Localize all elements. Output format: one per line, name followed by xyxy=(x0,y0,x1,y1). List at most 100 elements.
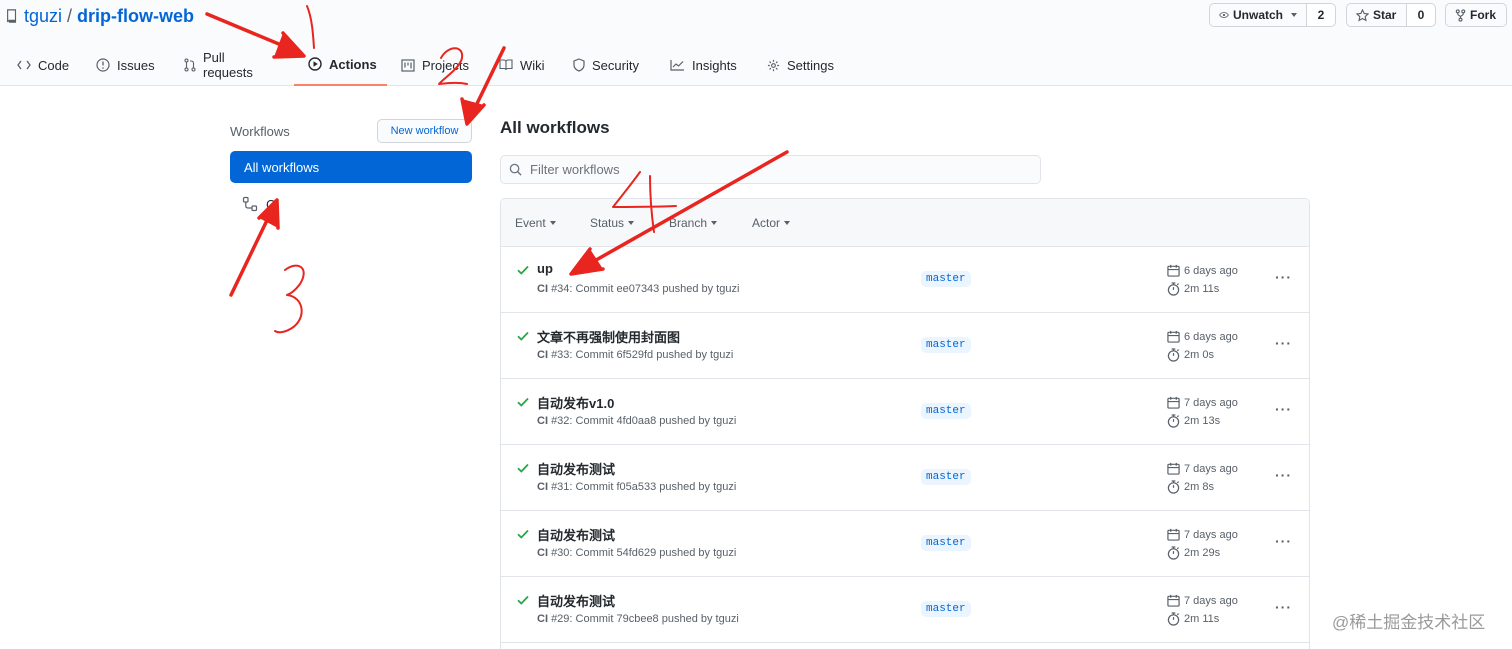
run-date: 6 days ago xyxy=(1167,264,1238,277)
star-count[interactable]: 0 xyxy=(1407,3,1436,27)
run-duration: 2m 11s xyxy=(1167,612,1219,626)
workflow-icon xyxy=(242,196,258,212)
tab-insights[interactable]: Insights xyxy=(670,44,737,86)
star-button[interactable]: Star xyxy=(1346,3,1407,27)
search-icon xyxy=(509,163,522,176)
unwatch-button[interactable]: Unwatch xyxy=(1209,3,1307,27)
run-title-link[interactable]: 文章不再强制使用封面图 xyxy=(537,327,680,346)
stopwatch-icon xyxy=(1167,546,1180,560)
watermark: @稀土掘金技术社区 xyxy=(1332,613,1486,632)
calendar-icon xyxy=(1167,594,1180,607)
chevron-down-icon xyxy=(784,221,791,225)
run-date-text: 7 days ago xyxy=(1184,462,1238,475)
workflow-runs-list: Event Status Branch Actor up CI #34: Com… xyxy=(500,198,1310,649)
tab-label: Projects xyxy=(422,57,469,73)
filter-workflows-field[interactable] xyxy=(500,155,1041,184)
run-workflow-name: CI xyxy=(537,283,548,295)
tab-projects[interactable]: Projects xyxy=(401,44,469,86)
branch-label[interactable]: master xyxy=(921,337,971,353)
kebab-menu-icon[interactable]: ··· xyxy=(1275,269,1292,285)
tab-actions[interactable]: Actions xyxy=(294,44,387,86)
tab-label: Insights xyxy=(692,57,737,73)
unwatch-label: Unwatch xyxy=(1232,8,1283,22)
check-icon xyxy=(517,463,529,473)
run-meta-text: #33: Commit 6f529fd pushed by tguzi xyxy=(551,349,734,361)
run-date: 7 days ago xyxy=(1167,594,1238,607)
tab-label: Actions xyxy=(329,56,377,72)
stopwatch-icon xyxy=(1167,282,1180,296)
workflow-run-row[interactable]: up CI #34: Commit ee07343 pushed by tguz… xyxy=(501,247,1309,313)
actor-filter-dropdown[interactable]: Actor xyxy=(752,216,791,230)
tab-pull-requests[interactable]: Pull requests xyxy=(184,44,253,86)
workflow-run-row[interactable]: 文章不再强制使用封面图 CI #33: Commit 6f529fd pushe… xyxy=(501,313,1309,379)
run-duration-text: 2m 11s xyxy=(1184,613,1220,625)
tab-issues[interactable]: Issues xyxy=(96,44,155,86)
run-title-link[interactable]: 自动发布v1.0 xyxy=(537,393,614,412)
run-meta: CI #34: Commit ee07343 pushed by tguzi xyxy=(537,283,739,295)
tab-label: Wiki xyxy=(520,57,545,73)
workflow-run-row[interactable]: 自动发布测试 CI #31: Commit f05a533 pushed by … xyxy=(501,445,1309,511)
workflow-run-row[interactable]: 自动发布测试 CI #29: Commit 79cbee8 pushed by … xyxy=(501,577,1309,643)
new-workflow-button[interactable]: New workflow xyxy=(377,119,472,143)
tab-wiki[interactable]: Wiki xyxy=(499,44,545,86)
run-workflow-name: CI xyxy=(537,613,548,625)
tab-security[interactable]: Security xyxy=(573,44,639,86)
run-date: 7 days ago xyxy=(1167,396,1238,409)
repo-header: tguzi / drip-flow-web Unwatch 2 Star 0 F… xyxy=(0,0,1512,86)
tab-settings[interactable]: Settings xyxy=(767,44,834,86)
kebab-menu-icon[interactable]: ··· xyxy=(1275,467,1292,483)
workflow-run-row[interactable]: 自动发布测试 CI #30: Commit 54fd629 pushed by … xyxy=(501,511,1309,577)
run-meta-text: #30: Commit 54fd629 pushed by tguzi xyxy=(551,547,737,559)
filter-workflows-input[interactable] xyxy=(530,162,1010,177)
issue-icon xyxy=(96,58,110,72)
calendar-icon xyxy=(1167,396,1180,409)
run-title-link[interactable]: 自动发布测试 xyxy=(537,591,615,610)
run-duration-text: 2m 8s xyxy=(1184,481,1214,493)
check-icon xyxy=(517,397,529,407)
kebab-menu-icon[interactable]: ··· xyxy=(1275,335,1292,351)
tab-label: Code xyxy=(38,57,70,73)
stopwatch-icon xyxy=(1167,414,1180,428)
run-meta-text: #34: Commit ee07343 pushed by tguzi xyxy=(551,283,740,295)
repo-separator: / xyxy=(67,5,73,26)
workflow-run-row[interactable]: 自动发布v1.0 CI #32: Commit 4fd0aa8 pushed b… xyxy=(501,379,1309,445)
event-filter-dropdown[interactable]: Event xyxy=(515,216,556,230)
branch-label[interactable]: master xyxy=(921,535,971,551)
annotation-arrow-3 xyxy=(229,210,273,297)
branch-filter-dropdown[interactable]: Branch xyxy=(669,216,718,230)
run-meta-text: #31: Commit f05a533 pushed by tguzi xyxy=(551,481,737,493)
status-filter-dropdown[interactable]: Status xyxy=(590,216,635,230)
annotation-number-3 xyxy=(274,264,305,334)
stopwatch-icon xyxy=(1167,348,1180,362)
sidebar-item-ci[interactable]: CI xyxy=(242,194,279,214)
kebab-menu-icon[interactable]: ··· xyxy=(1275,533,1292,549)
run-duration: 2m 29s xyxy=(1167,546,1220,560)
gear-icon xyxy=(767,59,780,71)
chevron-down-icon xyxy=(628,221,635,225)
fork-icon xyxy=(1455,8,1466,22)
watch-count[interactable]: 2 xyxy=(1307,3,1336,27)
branch-label[interactable]: master xyxy=(921,601,971,617)
run-workflow-name: CI xyxy=(537,481,548,493)
run-title-link[interactable]: 自动发布测试 xyxy=(537,525,615,544)
fork-label: Fork xyxy=(1470,8,1497,22)
branch-label[interactable]: master xyxy=(921,403,971,419)
calendar-icon xyxy=(1167,462,1180,475)
kebab-menu-icon[interactable]: ··· xyxy=(1275,401,1292,417)
kebab-menu-icon[interactable]: ··· xyxy=(1275,599,1292,615)
repo-owner-link[interactable]: tguzi xyxy=(24,6,62,27)
run-title-link[interactable]: 自动发布测试 xyxy=(537,459,615,478)
run-duration-text: 2m 13s xyxy=(1184,415,1221,427)
chevron-down-icon xyxy=(549,221,556,225)
repo-name-link[interactable]: drip-flow-web xyxy=(77,6,194,27)
fork-button[interactable]: Fork xyxy=(1445,3,1507,27)
branch-label[interactable]: master xyxy=(921,271,971,287)
run-date: 6 days ago xyxy=(1167,330,1238,343)
star-group: Star 0 xyxy=(1346,3,1436,27)
page-title: All workflows xyxy=(500,118,610,137)
branch-label[interactable]: master xyxy=(921,469,971,485)
run-title-link[interactable]: up xyxy=(537,261,553,276)
repo-title: tguzi / drip-flow-web xyxy=(6,4,194,28)
tab-code[interactable]: Code xyxy=(17,44,69,86)
sidebar-item-all-workflows[interactable]: All workflows xyxy=(230,151,472,183)
